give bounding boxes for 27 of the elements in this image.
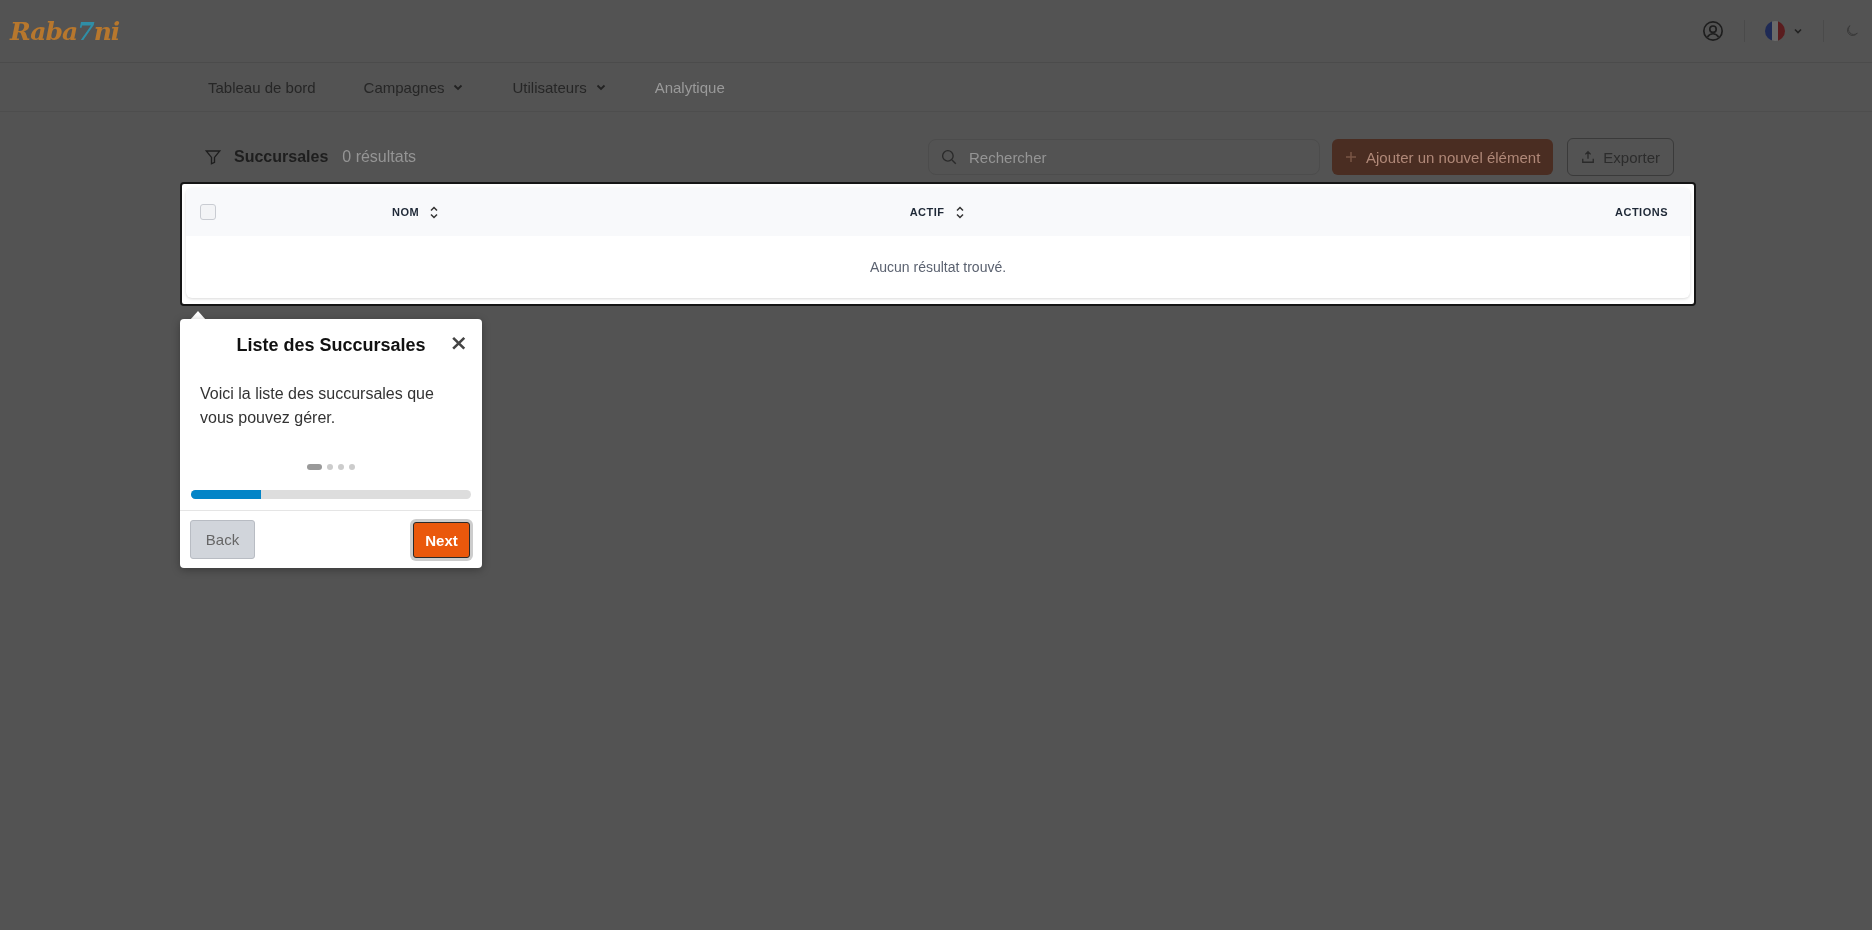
filter-icon[interactable] xyxy=(204,148,222,166)
column-header[interactable]: NOM xyxy=(392,206,420,218)
step-dot[interactable] xyxy=(338,464,344,470)
step-dot[interactable] xyxy=(349,464,355,470)
language-selector[interactable] xyxy=(1765,21,1803,41)
search-icon xyxy=(940,148,958,166)
step-dot[interactable] xyxy=(327,464,333,470)
select-all-checkbox[interactable] xyxy=(200,204,216,220)
column-header[interactable]: ACTIF xyxy=(909,206,945,218)
popover-text: Voici la liste des succursales que vous pouvez gérer. xyxy=(200,384,435,428)
close-button[interactable]: × xyxy=(449,331,468,355)
column-header[interactable]: ACTIONS xyxy=(1615,206,1668,218)
result-count: 0 résultats xyxy=(342,148,417,166)
chevron-down-icon[interactable] xyxy=(1793,26,1803,36)
logo[interactable]: Raba7ni xyxy=(10,16,120,46)
empty-message: Aucun résultat trouvé. xyxy=(868,258,1008,277)
sort-icon[interactable] xyxy=(429,205,440,219)
moon-icon[interactable] xyxy=(1844,23,1860,39)
user-icon[interactable] xyxy=(1702,20,1724,42)
upload-icon xyxy=(1581,150,1596,164)
popover-title: Liste des Succursales xyxy=(236,334,426,356)
back-button[interactable]: Back xyxy=(190,520,255,559)
plus-icon xyxy=(1345,151,1357,163)
add-button[interactable]: Ajouter un nouvel élément xyxy=(1332,139,1554,175)
sort-icon[interactable] xyxy=(954,205,965,219)
search-field[interactable]: Rechercher xyxy=(928,139,1320,175)
next-button[interactable]: Next xyxy=(413,522,470,558)
